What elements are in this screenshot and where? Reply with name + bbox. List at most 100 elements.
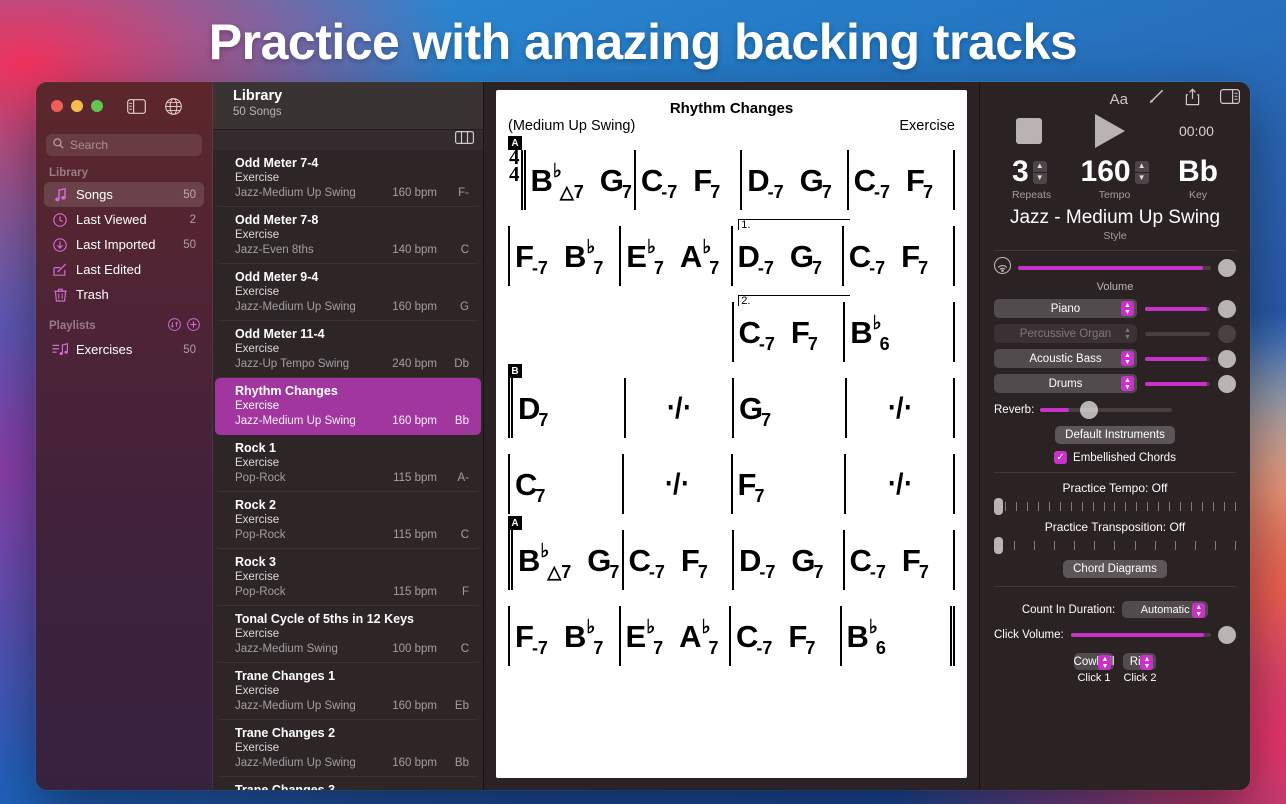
measure[interactable]: G7 <box>732 378 845 438</box>
sidebar-item-last-edited[interactable]: Last Edited <box>44 257 204 282</box>
column-view-icon[interactable] <box>455 131 474 149</box>
measure[interactable]: D-7 G7 <box>730 226 842 286</box>
embellished-chords-checkbox[interactable]: ✓ <box>1054 451 1068 464</box>
instrument-volume-track[interactable] <box>1145 306 1210 311</box>
measure[interactable]: F-7 B♭7 <box>508 606 619 666</box>
reverb-track[interactable] <box>1040 408 1173 412</box>
sidebar-toggle-icon[interactable] <box>127 98 146 114</box>
instrument-volume-knob[interactable] <box>1218 349 1236 368</box>
instrument-select[interactable]: Drums ▲ ▼ <box>994 374 1137 393</box>
share-icon[interactable] <box>1185 87 1200 111</box>
stop-button[interactable] <box>1016 118 1042 144</box>
measure[interactable]: C-7 F7 <box>633 150 740 210</box>
chord-diagrams-button[interactable]: Chord Diagrams <box>1063 560 1167 578</box>
measure[interactable]: C-7 F7 <box>731 302 844 362</box>
measure[interactable]: C-7 F7 <box>621 530 733 590</box>
instrument-volume-track[interactable] <box>1145 356 1210 361</box>
click2-select[interactable]: Rim ▲▼ <box>1123 653 1157 670</box>
table-row[interactable]: Rock 2 Exercise Pop-Rock 115 bpm C <box>215 492 481 549</box>
measure[interactable]: ⋅/⋅ <box>624 378 732 438</box>
measure[interactable]: C-7 F7 <box>842 530 955 590</box>
instrument-volume-knob[interactable] <box>1218 324 1236 343</box>
table-row[interactable]: Tonal Cycle of 5ths in 12 Keys Exercise Ja… <box>215 606 481 663</box>
practice-transposition-knob[interactable] <box>994 536 1003 554</box>
measure[interactable]: D-7 G7 <box>740 150 846 210</box>
measure[interactable]: D7 <box>508 378 624 438</box>
table-row[interactable]: Odd Meter 7-4 Exercise Jazz-Medium Up Swin… <box>215 150 481 207</box>
lead-sheet[interactable]: Rhythm Changes (Medium Up Swing) Exercis… <box>496 90 967 778</box>
sidebar-item-songs[interactable]: Songs 50 <box>44 182 204 207</box>
instrument-volume-knob[interactable] <box>1218 299 1236 318</box>
click-volume-slider[interactable]: Click Volume: <box>994 626 1236 644</box>
click-volume-knob[interactable] <box>1218 626 1236 644</box>
text-size-icon[interactable]: Aa <box>1110 91 1128 108</box>
measure[interactable]: E♭7 A♭7 <box>618 606 730 666</box>
table-row[interactable]: Odd Meter 9-4 Exercise Jazz-Medium Up Swin… <box>215 264 481 321</box>
measure[interactable]: ⋅/⋅ <box>845 378 955 438</box>
instrument-select[interactable]: Piano ▲ ▼ <box>994 299 1137 318</box>
sidebar-item-exercises[interactable]: Exercises 50 <box>44 337 204 362</box>
measure[interactable]: C-7 F7 <box>729 606 840 666</box>
table-row[interactable]: Trane Changes 2 Exercise Jazz-Medium Up Sw… <box>215 720 481 777</box>
count-in-select[interactable]: Automatic ▲ ▼ <box>1122 601 1209 618</box>
style-value[interactable]: Jazz - Medium Up Swing <box>994 207 1236 229</box>
click1-select[interactable]: Cowbell ▲ ▼ <box>1073 653 1115 670</box>
table-row[interactable]: Rhythm Changes Exercise Jazz-Medium Up Swi… <box>215 378 481 435</box>
measure[interactable]: ⋅/⋅ <box>621 454 731 514</box>
click-volume-track[interactable] <box>1070 633 1211 637</box>
master-volume-slider[interactable] <box>993 256 1236 279</box>
sidebar-item-trash[interactable]: Trash <box>44 282 204 307</box>
sort-playlists-icon[interactable] <box>168 318 181 334</box>
play-button[interactable] <box>1095 114 1126 148</box>
sidebar-item-last-viewed[interactable]: Last Viewed 2 <box>44 207 204 232</box>
add-playlist-icon[interactable] <box>187 318 200 334</box>
table-row[interactable]: Odd Meter 7-8 Exercise Jazz-Even 8ths 140 b… <box>215 207 481 264</box>
master-volume-knob[interactable] <box>1218 259 1236 277</box>
instrument-select[interactable]: Percussive Organ ▲ ▼ <box>994 324 1137 343</box>
measure[interactable]: ⋅/⋅ <box>844 454 955 514</box>
minimize-button[interactable] <box>71 100 83 112</box>
measure[interactable]: D-7 G7 <box>732 530 843 590</box>
search-input[interactable]: Search <box>46 134 202 156</box>
instrument-volume-knob[interactable] <box>1218 374 1236 393</box>
measure[interactable]: E♭7 A♭7 <box>619 226 730 286</box>
table-row[interactable]: Rock 1 Exercise Pop-Rock 115 bpm A- <box>215 435 481 492</box>
inspector-toggle-icon[interactable] <box>1220 89 1240 109</box>
instrument-name: Percussive Organ <box>1019 327 1112 340</box>
measure[interactable]: F-7 B♭7 <box>508 226 619 286</box>
pencil-icon[interactable] <box>1148 88 1165 110</box>
table-row[interactable]: Rock 3 Exercise Pop-Rock 115 bpm F <box>215 549 481 606</box>
tempo-stepper[interactable]: ▲ ▼ <box>1134 160 1149 184</box>
measure[interactable]: B♭△7 G7 <box>508 530 622 590</box>
repeats-stepper[interactable]: ▲ ▼ <box>1032 160 1047 184</box>
repeats-field[interactable]: 3 ▲ ▼ Repeats <box>1012 156 1051 202</box>
measure[interactable]: B♭6 <box>843 302 955 362</box>
master-volume-track[interactable] <box>1018 266 1211 270</box>
instrument-volume-track[interactable] <box>1145 381 1210 386</box>
table-row[interactable]: Odd Meter 11-4 Exercise Jazz-Up Tempo Swin… <box>215 321 481 378</box>
instrument-select[interactable]: Acoustic Bass ▲ ▼ <box>994 349 1137 368</box>
practice-tempo-slider[interactable] <box>994 497 1236 515</box>
measure[interactable]: B♭△7 G7 <box>520 150 634 210</box>
airplay-icon[interactable] <box>993 256 1012 279</box>
measure[interactable]: C-7 F7 <box>846 150 955 210</box>
sidebar-item-last-imported[interactable]: Last Imported 50 <box>44 232 204 257</box>
song-list[interactable]: Odd Meter 7-4 Exercise Jazz-Medium Up Swin… <box>213 150 483 790</box>
measure[interactable]: C7 <box>508 454 622 514</box>
instrument-volume-track[interactable] <box>1145 331 1210 336</box>
close-button[interactable] <box>51 100 63 112</box>
zoom-button[interactable] <box>91 100 103 112</box>
table-row[interactable]: Trane Changes 3 <box>215 777 481 790</box>
measure[interactable]: F7 <box>730 454 845 514</box>
key-field[interactable]: Bb Key <box>1178 156 1218 202</box>
measure[interactable]: B♭6 <box>839 606 955 666</box>
practice-tempo-knob[interactable] <box>994 497 1003 515</box>
default-instruments-button[interactable]: Default Instruments <box>1055 426 1175 444</box>
tempo-field[interactable]: 160 ▲ ▼ Tempo <box>1081 156 1149 201</box>
reverb-slider[interactable]: Reverb: <box>994 401 1236 419</box>
embellished-chords-row[interactable]: ✓ Embellished Chords <box>994 451 1236 464</box>
practice-transposition-slider[interactable] <box>994 536 1236 554</box>
measure[interactable]: C-7 F7 <box>841 226 955 286</box>
table-row[interactable]: Trane Changes 1 Exercise Jazz-Medium Up Sw… <box>215 663 481 720</box>
globe-icon[interactable] <box>165 97 182 115</box>
